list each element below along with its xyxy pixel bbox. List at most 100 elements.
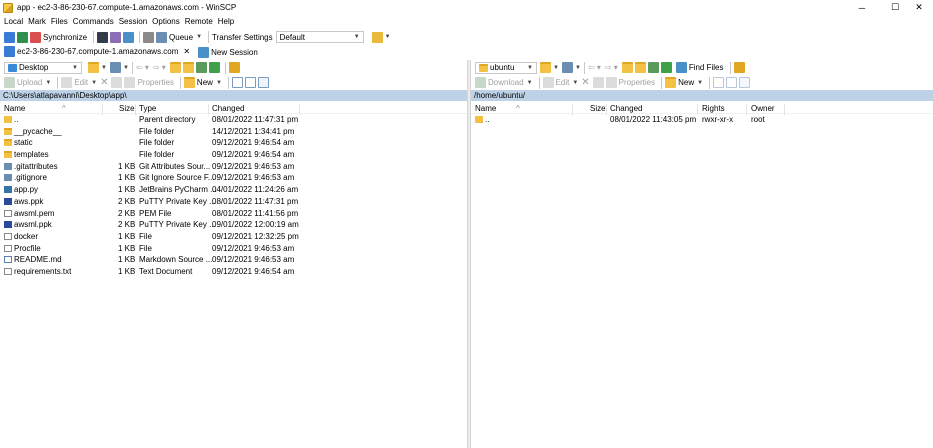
open-directory-icon[interactable] <box>540 62 551 73</box>
edit-button[interactable]: Edit ▼ <box>61 76 97 90</box>
synchronize-button[interactable]: Synchronize <box>30 30 87 44</box>
filter-select-icon[interactable] <box>257 77 269 88</box>
remote-path-bar[interactable]: /home/ubuntu/ <box>471 90 933 101</box>
table-row[interactable]: README.md 1 KB Markdown Source ... 09/12/20… <box>0 254 467 266</box>
file-icon <box>4 256 12 264</box>
column-name[interactable]: Name <box>4 104 25 113</box>
table-row[interactable]: .gitattributes 1 KB Git Attributes Sour...… <box>0 161 467 173</box>
unselect-icon[interactable] <box>244 77 256 88</box>
table-row[interactable]: requirements.txt 1 KB Text Document 09/12/2… <box>0 266 467 278</box>
column-name[interactable]: Name <box>475 104 496 113</box>
putty-icon[interactable] <box>110 31 122 43</box>
compare-directories-icon[interactable] <box>17 31 28 43</box>
cell-name: README.md <box>14 255 62 265</box>
close-button[interactable]: ✕ <box>905 0 933 15</box>
filter-icon[interactable] <box>561 62 573 73</box>
local-path-bar[interactable]: C:\Users\atlapavanni\Desktop\app\ <box>0 90 467 101</box>
menu-files[interactable]: Files <box>51 17 68 26</box>
tree-icon[interactable] <box>228 62 240 73</box>
refresh-icon[interactable] <box>208 62 220 73</box>
tab-session[interactable]: ec2-3-86-230-67.compute-1.amazonaws.com … <box>0 45 195 59</box>
column-changed[interactable]: Changed <box>212 104 244 113</box>
chevron-down-icon[interactable]: ▼ <box>575 65 581 71</box>
properties-button[interactable]: Properties <box>124 76 174 90</box>
menu-help[interactable]: Help <box>218 17 234 26</box>
transfer-settings-button[interactable]: Transfer Settings <box>212 30 273 44</box>
new-tab-icon[interactable] <box>4 31 15 43</box>
upload-button[interactable]: Upload ▼ <box>4 76 51 90</box>
queue-button[interactable]: Queue ▼ <box>156 30 202 44</box>
close-tab-icon[interactable]: ✕ <box>183 47 190 56</box>
new-button[interactable]: New ▼ <box>665 76 703 90</box>
root-directory-icon[interactable] <box>634 62 646 73</box>
find-files-button[interactable]: Find Files <box>675 61 724 75</box>
menu-commands[interactable]: Commands <box>73 17 114 26</box>
toolbar-divider <box>57 76 59 89</box>
tree-icon[interactable] <box>733 62 745 73</box>
menu-options[interactable]: Options <box>152 17 180 26</box>
chevron-down-icon[interactable]: ▼ <box>123 65 129 71</box>
table-row[interactable]: aws.ppk 2 KB PuTTY Private Key ... 08/01/20… <box>0 196 467 208</box>
filter-icon[interactable] <box>109 62 121 73</box>
find-icon[interactable] <box>123 31 135 43</box>
remote-directory-select[interactable]: ubuntu ▼ <box>475 61 537 74</box>
new-button[interactable]: New ▼ <box>183 76 222 90</box>
transfer-profile-select[interactable]: Default ▼ <box>275 31 364 43</box>
rename-icon[interactable] <box>592 77 604 88</box>
download-button[interactable]: Download ▼ <box>475 76 533 90</box>
column-changed[interactable]: Changed <box>610 104 642 113</box>
menu-mark[interactable]: Mark <box>28 17 46 26</box>
back-icon[interactable]: ⇦ ▾ <box>136 63 149 72</box>
unselect-icon[interactable] <box>726 77 738 88</box>
back-icon[interactable]: ⇦ ▾ <box>588 63 601 72</box>
edit-button[interactable]: Edit ▼ <box>542 76 578 90</box>
table-row[interactable]: app.py 1 KB JetBrains PyCharm ... 04/01/202… <box>0 184 467 196</box>
select-all-icon[interactable] <box>713 77 725 88</box>
select-all-icon[interactable] <box>231 77 243 88</box>
menu-local[interactable]: Local <box>4 17 23 26</box>
column-type[interactable]: Type <box>139 104 156 113</box>
table-row[interactable]: docker 1 KB File 09/12/2021 12:32:25 pm <box>0 231 467 243</box>
column-size[interactable]: Size <box>590 104 606 113</box>
refresh-icon[interactable] <box>660 62 672 73</box>
column-size[interactable]: Size <box>119 104 135 113</box>
cell-changed: 09/12/2021 12:32:25 pm <box>212 231 299 241</box>
cell-owner: root <box>751 115 765 124</box>
forward-icon[interactable]: ⇨ ▾ <box>153 63 166 72</box>
root-directory-icon[interactable] <box>182 62 194 73</box>
table-row[interactable]: static File folder 09/12/2021 9:46:54 am <box>0 137 467 149</box>
menu-session[interactable]: Session <box>119 17 147 26</box>
table-row[interactable]: __pycache__ File folder 14/12/2021 1:34:41… <box>0 126 467 138</box>
column-rights[interactable]: Rights <box>702 104 725 113</box>
tab-new-session[interactable]: New Session <box>194 45 262 59</box>
parent-directory-icon[interactable] <box>621 62 633 73</box>
local-file-list: Name ^ Size Type Changed .. Parent direct… <box>0 103 467 278</box>
chevron-down-icon[interactable]: ▼ <box>385 34 391 40</box>
rename-icon[interactable] <box>111 77 123 88</box>
chevron-down-icon[interactable]: ▼ <box>553 65 559 71</box>
chevron-down-icon[interactable]: ▼ <box>101 65 107 71</box>
delete-icon[interactable]: ✕ <box>581 77 589 88</box>
filter-select-icon[interactable] <box>739 77 751 88</box>
parent-directory-icon[interactable] <box>169 62 181 73</box>
menu-remote[interactable]: Remote <box>185 17 213 26</box>
table-row[interactable]: awsml.ppk 2 KB PuTTY Private Key ... 09/01/… <box>0 219 467 231</box>
home-icon[interactable] <box>195 62 207 73</box>
table-row[interactable]: templates File folder 09/12/2021 9:46:54 a… <box>0 149 467 161</box>
column-owner[interactable]: Owner <box>751 104 775 113</box>
table-row[interactable]: .. Parent directory 08/01/2022 11:47:31 pm <box>0 114 467 126</box>
table-row[interactable]: .. 08/01/2022 11:43:05 pm rwxr-xr-x root <box>471 114 933 126</box>
properties-button[interactable]: Properties <box>605 76 655 90</box>
transfer-icon[interactable] <box>371 31 383 43</box>
terminal-icon[interactable] <box>97 31 109 43</box>
table-row[interactable]: .gitignore 1 KB Git Ignore Source F... 09/1… <box>0 172 467 184</box>
home-icon[interactable] <box>647 62 659 73</box>
table-row[interactable]: awsml.pem 2 KB PEM File 08/01/2022 11:41:56… <box>0 208 467 220</box>
delete-icon[interactable]: ✕ <box>100 77 108 88</box>
open-directory-icon[interactable] <box>88 62 99 73</box>
forward-icon[interactable]: ⇨ ▾ <box>605 63 618 72</box>
local-drive-select[interactable]: Desktop ▼ <box>4 61 82 74</box>
minimize-button[interactable]: ─ <box>848 0 876 15</box>
table-row[interactable]: Procfile 1 KB File 09/12/2021 9:46:53 am <box>0 243 467 255</box>
preferences-gear-icon[interactable] <box>143 31 155 43</box>
